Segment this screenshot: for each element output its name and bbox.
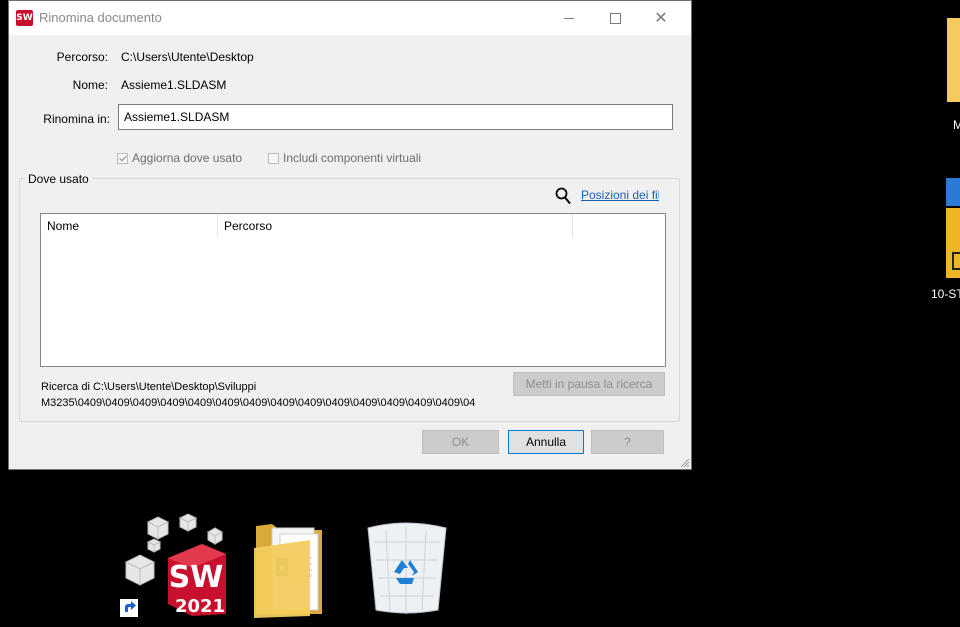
ok-button[interactable]: OK bbox=[422, 430, 499, 454]
where-used-list[interactable]: Nome Percorso bbox=[40, 213, 666, 367]
recycle-bin-icon bbox=[367, 522, 447, 614]
checkbox-label: Aggiorna dove usato bbox=[132, 151, 243, 165]
maximize-button[interactable] bbox=[592, 1, 638, 35]
path-label: Percorso: bbox=[56, 50, 108, 64]
desktop-label-partial-1: M bbox=[953, 118, 960, 132]
maximize-icon bbox=[609, 12, 621, 24]
title-bar[interactable]: SW Rinomina documento ✕ bbox=[9, 1, 691, 35]
column-header-empty bbox=[573, 214, 665, 238]
close-icon: ✕ bbox=[654, 8, 668, 27]
folder-icon: x bbox=[254, 524, 322, 618]
minimize-icon bbox=[564, 17, 574, 19]
solidworks-app-icon: SW bbox=[16, 10, 33, 26]
dialog-title: Rinomina documento bbox=[39, 10, 162, 25]
resize-grip-icon[interactable] bbox=[678, 456, 690, 468]
name-value: Assieme1.SLDASM bbox=[121, 78, 227, 92]
desktop-icon-partial-folder[interactable] bbox=[947, 18, 960, 102]
desktop-icon-folder[interactable]: x bbox=[250, 518, 330, 618]
desktop-icon-partial-document[interactable] bbox=[946, 178, 960, 278]
desktop-icon-solidworks[interactable]: SW 2021 bbox=[118, 512, 230, 622]
path-value: C:\Users\Utente\Desktop bbox=[121, 50, 254, 64]
name-label: Nome: bbox=[72, 78, 108, 92]
where-used-title: Dove usato bbox=[25, 172, 92, 186]
cancel-button[interactable]: Annulla bbox=[508, 430, 584, 454]
column-header-name[interactable]: Nome bbox=[41, 214, 218, 238]
shortcut-arrow-icon bbox=[120, 599, 138, 617]
column-header-path[interactable]: Percorso bbox=[218, 214, 573, 238]
update-where-used-checkbox[interactable]: Aggiorna dove usato bbox=[117, 151, 242, 165]
search-status-line-1: Ricerca di C:\Users\Utente\Desktop\Svilu… bbox=[41, 381, 257, 393]
search-status: Ricerca di C:\Users\Utente\Desktop\Svilu… bbox=[41, 379, 511, 411]
search-icon[interactable] bbox=[555, 187, 571, 205]
file-locations-link[interactable]: Posizioni dei file bbox=[581, 188, 659, 203]
search-status-line-2: M3235\0409\0409\0409\0409\0409\0409\0409… bbox=[41, 397, 476, 409]
list-header: Nome Percorso bbox=[41, 214, 665, 238]
checkbox-box[interactable] bbox=[268, 152, 279, 164]
pause-search-button[interactable]: Metti in pausa la ricerca bbox=[513, 372, 665, 396]
rename-input[interactable] bbox=[118, 104, 673, 130]
checkbox-label: Includi componenti virtuali bbox=[283, 151, 422, 165]
rename-label: Rinomina in: bbox=[43, 112, 110, 126]
include-virtual-components-checkbox[interactable]: Includi componenti virtuali bbox=[268, 151, 421, 165]
checkbox-box[interactable] bbox=[117, 152, 128, 164]
sw-badge-text: SW bbox=[168, 560, 224, 595]
minimize-button[interactable] bbox=[546, 1, 592, 35]
help-button[interactable]: ? bbox=[591, 430, 664, 454]
sw-year-text: 2021 bbox=[174, 596, 226, 617]
desktop-icon-recycle-bin[interactable] bbox=[362, 516, 450, 616]
close-button[interactable]: ✕ bbox=[638, 1, 684, 35]
desktop-label-partial-2: 10-ST bbox=[931, 287, 960, 301]
rename-document-dialog: SW Rinomina documento ✕ Percorso: C:\Use… bbox=[8, 0, 692, 470]
